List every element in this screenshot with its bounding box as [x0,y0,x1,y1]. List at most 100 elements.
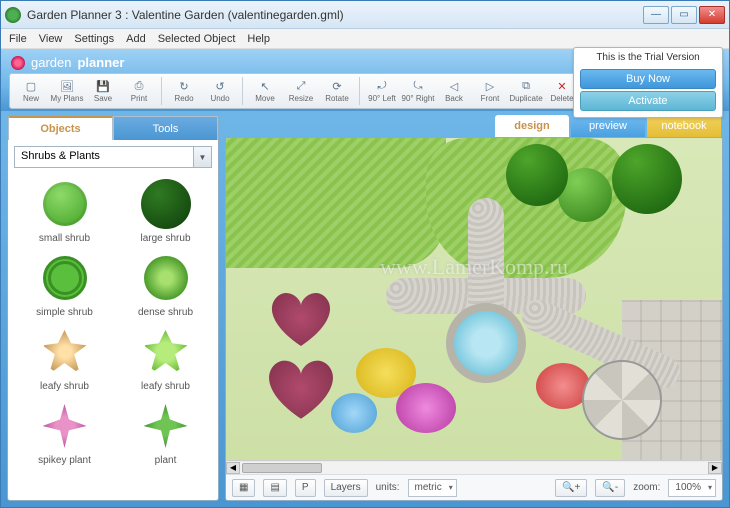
tab-notebook[interactable]: notebook [647,115,721,137]
canvas-column: design preview notebook [225,115,723,501]
front-icon: ▷ [482,80,498,94]
brand-logo: garden planner [1,49,134,76]
resize-icon: ⤢ [293,80,309,94]
my-plans-button[interactable]: 🖼My Plans [50,75,84,107]
rotate-left-button[interactable]: ⤾90° Left [365,75,399,107]
category-value: Shrubs & Plants [14,146,194,168]
rose-icon [11,56,25,70]
rotate-right-button[interactable]: ⤿90° Right [401,75,435,107]
p-button[interactable]: P [295,479,316,497]
minimize-button[interactable]: — [643,6,669,24]
palette-item[interactable]: leafy shrub [117,326,214,392]
tree [612,144,682,214]
brand-bar: gardenplanner This is the Trial Version … [1,49,729,111]
tab-objects[interactable]: Objects [8,116,113,140]
tab-design[interactable]: design [495,115,569,137]
bring-front-button[interactable]: ▷Front [473,75,507,107]
printer-icon: ⎙ [131,80,147,94]
main-area: Objects Tools Shrubs & Plants ▼ small sh… [1,111,729,507]
design-canvas[interactable]: www.LamerKomp.ru [226,138,722,460]
undo-button[interactable]: ↺Undo [203,75,237,107]
chevron-down-icon[interactable]: ▼ [194,146,212,168]
flower-bed [331,393,377,433]
menu-selected-object[interactable]: Selected Object [158,33,236,45]
trial-label: This is the Trial Version [580,52,716,63]
leafy-shrub-icon [43,330,87,374]
leafy-shrub-icon [144,330,188,374]
scroll-right-button[interactable]: ▶ [708,462,722,474]
trial-panel: This is the Trial Version Buy Now Activa… [573,47,723,118]
redo-icon: ↻ [176,80,192,94]
scroll-left-button[interactable]: ◀ [226,462,240,474]
dense-shrub-icon [144,256,188,300]
buy-now-button[interactable]: Buy Now [580,69,716,89]
window-buttons: — ▭ ✕ [643,6,725,24]
menu-add[interactable]: Add [126,33,146,45]
duplicate-button[interactable]: ⧉Duplicate [509,75,543,107]
small-shrub-icon [43,182,87,226]
new-button[interactable]: ▢New [14,75,48,107]
gazebo [582,360,662,440]
palette-item[interactable]: spikey plant [16,400,113,466]
delete-icon: ✕ [554,80,570,94]
brand-text-light: garden [31,55,71,70]
close-button[interactable]: ✕ [699,6,725,24]
menu-bar: File View Settings Add Selected Object H… [1,29,729,49]
rotate-button[interactable]: ⟳Rotate [320,75,354,107]
scroll-track[interactable] [240,462,708,474]
units-label: units: [376,482,400,493]
rotate-left-icon: ⤾ [374,80,390,94]
palette-item[interactable]: dense shrub [117,252,214,318]
send-back-button[interactable]: ◁Back [437,75,471,107]
flower-bed [396,383,456,433]
layers-button[interactable]: Layers [324,479,368,497]
ruler-toggle-button[interactable]: ▤ [263,479,286,497]
tree [506,144,568,206]
file-icon: ▢ [23,80,39,94]
resize-button[interactable]: ⤢Resize [284,75,318,107]
title-bar: Garden Planner 3 : Valentine Garden (val… [1,1,729,29]
sidebar: Objects Tools Shrubs & Plants ▼ small sh… [7,115,219,501]
duplicate-icon: ⧉ [518,80,534,94]
canvas-panel: www.LamerKomp.ru ◀ ▶ ▦ ▤ P Layers units:… [225,137,723,501]
save-button[interactable]: 💾Save [86,75,120,107]
menu-view[interactable]: View [39,33,63,45]
palette-item[interactable]: plant [117,400,214,466]
view-tabs: design preview notebook [225,115,723,137]
palette-item[interactable]: leafy shrub [16,326,113,392]
palette-item[interactable]: large shrub [117,178,214,244]
toolbar: ▢New 🖼My Plans 💾Save ⎙Print ↻Redo ↺Undo … [9,73,665,109]
plant-icon [144,404,188,448]
folder-icon: 🖼 [59,80,75,94]
units-select[interactable]: metric [408,479,457,497]
menu-file[interactable]: File [9,33,27,45]
tab-tools[interactable]: Tools [113,116,218,140]
horizontal-scrollbar[interactable]: ◀ ▶ [226,460,722,474]
tab-preview[interactable]: preview [571,115,645,137]
scroll-thumb[interactable] [242,463,322,473]
zoom-out-button[interactable]: 🔍- [595,479,625,497]
app-icon [5,7,21,23]
grid-toggle-button[interactable]: ▦ [232,479,255,497]
fountain [446,303,526,383]
sidebar-tabs: Objects Tools [8,116,218,140]
redo-button[interactable]: ↻Redo [167,75,201,107]
palette-item[interactable]: simple shrub [16,252,113,318]
category-select[interactable]: Shrubs & Plants ▼ [14,146,212,168]
disk-icon: 💾 [95,80,111,94]
menu-help[interactable]: Help [247,33,270,45]
simple-shrub-icon [43,256,87,300]
cursor-icon: ↖ [257,80,273,94]
status-bar: ▦ ▤ P Layers units: metric 🔍+ 🔍- zoom: 1… [226,474,722,500]
maximize-button[interactable]: ▭ [671,6,697,24]
move-button[interactable]: ↖Move [248,75,282,107]
menu-settings[interactable]: Settings [74,33,114,45]
zoom-in-button[interactable]: 🔍+ [555,479,587,497]
activate-button[interactable]: Activate [580,91,716,111]
undo-icon: ↺ [212,80,228,94]
zoom-select[interactable]: 100% [668,479,716,497]
print-button[interactable]: ⎙Print [122,75,156,107]
palette-item[interactable]: small shrub [16,178,113,244]
zoom-label: zoom: [633,482,660,493]
brand-text-bold: planner [77,55,124,70]
